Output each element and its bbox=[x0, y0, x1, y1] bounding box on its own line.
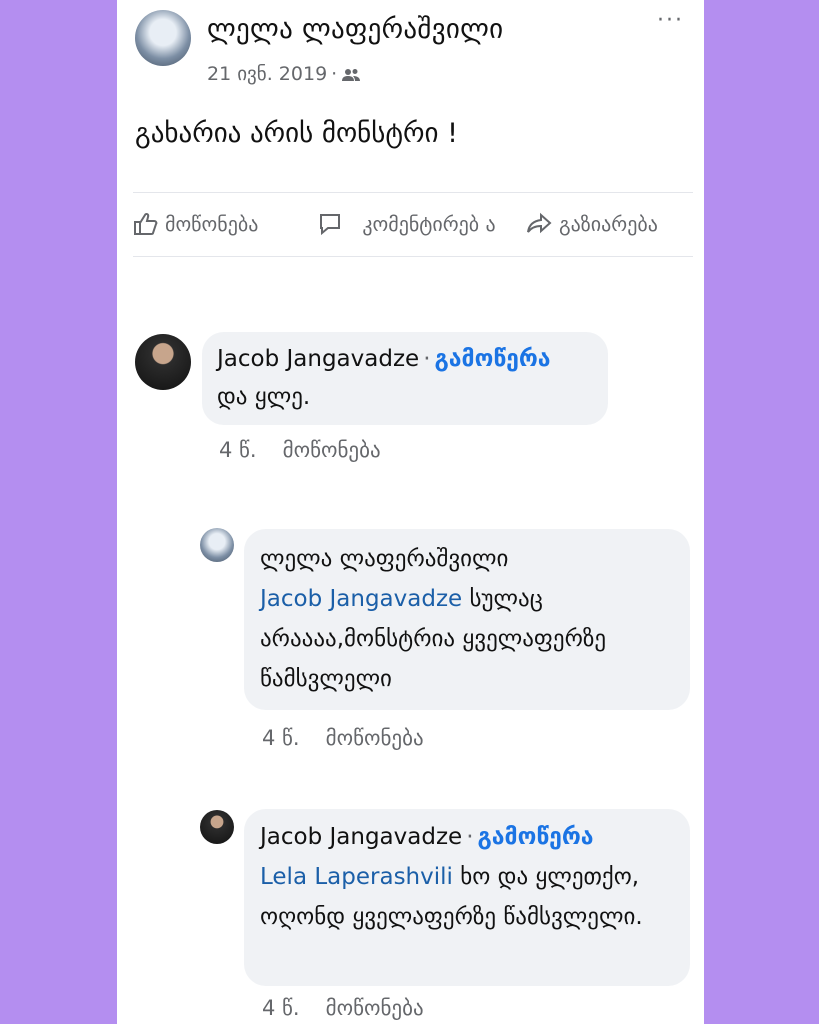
comment-like-link[interactable]: მოწონება bbox=[283, 438, 381, 462]
commenter-avatar[interactable] bbox=[135, 334, 191, 390]
comment-like-link[interactable]: მოწონება bbox=[326, 996, 424, 1020]
comment-meta: 4 წ. მოწონება bbox=[219, 438, 381, 462]
comment-meta: 4 წ. მოწონება bbox=[262, 726, 424, 750]
comment-bubble: ლელა ლაფერაშვილი Jacob Jangavadze სულაც … bbox=[244, 529, 690, 710]
comment-bubble: Jacob Jangavadze · გამოწერა და ყლე. bbox=[202, 332, 608, 425]
post-card: ლელა ლაფერაშვილი 21 ივნ. 2019 · ··· გახარ… bbox=[117, 0, 704, 1024]
post-author-name[interactable]: ლელა ლაფერაშვილი bbox=[207, 14, 503, 45]
comment-author[interactable]: Jacob Jangavadze bbox=[217, 346, 419, 372]
mention-link[interactable]: Lela Laperashvili bbox=[260, 864, 453, 890]
comment-label: კომენტირებ ა bbox=[362, 212, 496, 236]
commenter-avatar[interactable] bbox=[200, 528, 234, 562]
share-arrow-icon bbox=[527, 212, 552, 234]
share-button[interactable]: გაზიარება bbox=[525, 198, 658, 250]
comment-time[interactable]: 4 წ. bbox=[262, 726, 300, 750]
more-options-icon[interactable]: ··· bbox=[657, 8, 684, 33]
follow-link[interactable]: გამოწერა bbox=[478, 824, 594, 850]
comment-bubble: Jacob Jangavadze · გამოწერა Lela Laperashv… bbox=[244, 809, 690, 986]
divider bbox=[133, 192, 693, 193]
comment-button[interactable]: კომენტირებ ა bbox=[317, 198, 509, 250]
divider bbox=[133, 256, 693, 257]
comment-meta: 4 წ. მოწონება bbox=[262, 996, 424, 1020]
post-date[interactable]: 21 ივნ. 2019 bbox=[207, 63, 327, 85]
post-text: გახარია არის მონსტრი ! bbox=[135, 118, 458, 149]
comment-text: და ყლე. bbox=[217, 384, 311, 410]
mention-link[interactable]: Jacob Jangavadze bbox=[260, 586, 462, 612]
meta-separator: · bbox=[423, 346, 431, 372]
comment-like-link[interactable]: მოწონება bbox=[326, 726, 424, 750]
comment-time[interactable]: 4 წ. bbox=[219, 438, 257, 462]
commenter-avatar[interactable] bbox=[200, 810, 234, 844]
share-label: გაზიარება bbox=[559, 212, 658, 236]
friends-audience-icon bbox=[342, 68, 361, 81]
comment-bubble-icon bbox=[320, 214, 340, 236]
meta-separator: · bbox=[466, 824, 474, 850]
post-meta: 21 ივნ. 2019 · bbox=[207, 63, 361, 85]
comment-author[interactable]: Jacob Jangavadze bbox=[260, 824, 462, 850]
comment-author[interactable]: ლელა ლაფერაშვილი bbox=[260, 539, 680, 579]
meta-separator: · bbox=[331, 63, 338, 85]
follow-link[interactable]: გამოწერა bbox=[435, 346, 551, 372]
like-button[interactable]: მოწონება bbox=[133, 198, 258, 250]
like-label: მოწონება bbox=[165, 212, 259, 236]
thumbs-up-icon bbox=[134, 212, 158, 235]
author-avatar[interactable] bbox=[135, 10, 191, 66]
comment-time[interactable]: 4 წ. bbox=[262, 996, 300, 1020]
